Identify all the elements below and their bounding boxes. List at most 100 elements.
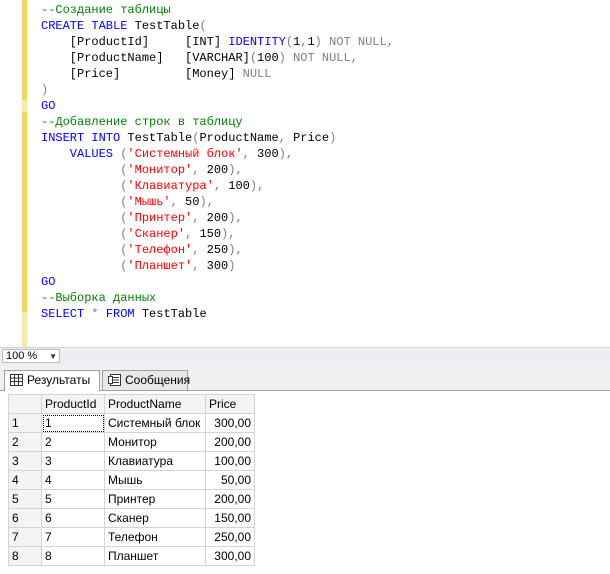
cell-price[interactable]: 50,00 bbox=[205, 470, 255, 490]
code-token: , bbox=[192, 243, 207, 257]
code-token: 300 bbox=[206, 259, 229, 273]
tab-messages[interactable]: Сообщения bbox=[102, 370, 191, 390]
code-token: FROM bbox=[105, 307, 142, 321]
code-token: 'Принтер' bbox=[127, 211, 193, 225]
code-token: ( bbox=[41, 195, 128, 209]
cell-productname[interactable]: Планшет bbox=[104, 546, 206, 566]
cell-price[interactable]: 250,00 bbox=[205, 527, 255, 547]
table-row[interactable]: 5 5 Принтер 200,00 bbox=[8, 489, 255, 509]
cell-productname[interactable]: Мышь bbox=[104, 470, 206, 490]
cell-price[interactable]: 200,00 bbox=[205, 489, 255, 509]
tab-messages-label: Сообщения bbox=[125, 373, 191, 387]
code-token: ), bbox=[199, 195, 214, 209]
code-token: CREATE TABLE bbox=[41, 19, 135, 33]
column-header-price[interactable]: Price bbox=[205, 394, 255, 414]
cell-productname[interactable]: Системный блок bbox=[104, 413, 206, 433]
sql-code[interactable]: --Создание таблицы CREATE TABLE TestTable… bbox=[41, 2, 394, 322]
row-number[interactable]: 3 bbox=[8, 451, 42, 471]
table-row[interactable]: 2 2 Монитор 200,00 bbox=[8, 432, 255, 452]
code-token: ) bbox=[228, 259, 236, 273]
code-token: --Создание таблицы bbox=[41, 3, 171, 17]
cell-productid[interactable]: 2 bbox=[41, 432, 105, 452]
code-token: , bbox=[278, 131, 294, 145]
messages-icon bbox=[108, 374, 121, 386]
cell-productname[interactable]: Телефон bbox=[104, 527, 206, 547]
code-line: ('Телефон', 250), bbox=[41, 242, 394, 258]
cell-productid[interactable]: 8 bbox=[41, 546, 105, 566]
code-token: 'Мышь' bbox=[127, 195, 171, 209]
code-token: ), bbox=[228, 163, 243, 177]
code-line: SELECT * FROM TestTable bbox=[41, 306, 394, 322]
code-line: ) bbox=[41, 82, 394, 98]
row-number[interactable]: 5 bbox=[8, 489, 42, 509]
code-token: ( bbox=[41, 227, 128, 241]
code-line: VALUES ('Системный блок', 300), bbox=[41, 146, 394, 162]
cell-productid[interactable]: 1 bbox=[41, 413, 105, 433]
code-token: ), bbox=[249, 179, 265, 193]
cell-price[interactable]: 300,00 bbox=[205, 546, 255, 566]
row-number[interactable]: 8 bbox=[8, 546, 42, 566]
cell-productname[interactable]: Принтер bbox=[104, 489, 206, 509]
code-token: ( bbox=[41, 211, 128, 225]
table-row[interactable]: 3 3 Клавиатура 100,00 bbox=[8, 451, 255, 471]
code-token: , bbox=[170, 195, 186, 209]
row-number[interactable]: 2 bbox=[8, 432, 42, 452]
row-number[interactable]: 6 bbox=[8, 508, 42, 528]
grid-icon bbox=[10, 374, 23, 386]
grid-corner[interactable] bbox=[8, 394, 42, 414]
code-token: SELECT bbox=[41, 307, 92, 321]
code-line: ('Принтер', 200), bbox=[41, 210, 394, 226]
grid-header-row: ProductId ProductName Price bbox=[8, 394, 255, 414]
code-line: --Создание таблицы bbox=[41, 2, 394, 18]
cell-productid[interactable]: 3 bbox=[41, 451, 105, 471]
code-token: NULL bbox=[242, 67, 272, 81]
code-token: --Добавление строк в таблицу bbox=[41, 115, 243, 129]
table-row[interactable]: 6 6 Сканер 150,00 bbox=[8, 508, 255, 528]
table-row[interactable]: 7 7 Телефон 250,00 bbox=[8, 527, 255, 547]
row-number[interactable]: 1 bbox=[8, 413, 42, 433]
code-token: 200 bbox=[206, 211, 229, 225]
table-row[interactable]: 4 4 Мышь 50,00 bbox=[8, 470, 255, 490]
code-token: 1 bbox=[307, 35, 315, 49]
table-row[interactable]: 8 8 Планшет 300,00 bbox=[8, 546, 255, 566]
code-line: ('Мышь', 50), bbox=[41, 194, 394, 210]
code-token: ) bbox=[41, 83, 49, 97]
row-number[interactable]: 4 bbox=[8, 470, 42, 490]
horizontal-scrollbar[interactable] bbox=[70, 351, 600, 361]
code-token: INSERT INTO bbox=[41, 131, 128, 145]
code-token: GO bbox=[41, 275, 56, 289]
column-header-productid[interactable]: ProductId bbox=[41, 394, 105, 414]
change-tracking-bar bbox=[22, 0, 27, 347]
cell-productid[interactable]: 5 bbox=[41, 489, 105, 509]
column-header-productname[interactable]: ProductName bbox=[104, 394, 206, 414]
code-line: [ProductId] [INT] IDENTITY(1,1) NOT NULL… bbox=[41, 34, 394, 50]
code-token: , bbox=[192, 211, 207, 225]
tab-results[interactable]: Результаты bbox=[4, 370, 100, 391]
table-row[interactable]: 1 1 Системный блок 300,00 bbox=[8, 413, 255, 433]
cell-productname[interactable]: Монитор bbox=[104, 432, 206, 452]
cell-price[interactable]: 150,00 bbox=[205, 508, 255, 528]
cell-price[interactable]: 100,00 bbox=[205, 451, 255, 471]
code-line: [ProductName] [VARCHAR](100) NOT NULL, bbox=[41, 50, 394, 66]
code-token: ) bbox=[278, 51, 294, 65]
results-pane: Результаты Сообщения ProductId ProductNa… bbox=[0, 366, 610, 574]
cell-productid[interactable]: 7 bbox=[41, 527, 105, 547]
code-token: ) bbox=[314, 35, 330, 49]
code-line: GO bbox=[41, 274, 394, 290]
code-token: [Price] bbox=[41, 67, 186, 81]
cell-price[interactable]: 300,00 bbox=[205, 413, 255, 433]
row-number[interactable]: 7 bbox=[8, 527, 42, 547]
code-token: 150 bbox=[199, 227, 222, 241]
cell-price[interactable]: 200,00 bbox=[205, 432, 255, 452]
results-grid[interactable]: ProductId ProductName Price 1 1 Системный … bbox=[8, 394, 255, 566]
cell-productid[interactable]: 6 bbox=[41, 508, 105, 528]
code-token: 'Телефон' bbox=[127, 243, 193, 257]
cell-productname[interactable]: Сканер bbox=[104, 508, 206, 528]
zoom-select[interactable]: 100 % ▼ bbox=[2, 349, 60, 363]
cell-productname[interactable]: Клавиатура bbox=[104, 451, 206, 471]
code-token: , bbox=[185, 227, 200, 241]
tab-results-label: Результаты bbox=[27, 373, 91, 387]
cell-productid[interactable]: 4 bbox=[41, 470, 105, 490]
code-token: ) bbox=[329, 131, 337, 145]
query-editor[interactable]: --Создание таблицы CREATE TABLE TestTable… bbox=[0, 0, 610, 347]
